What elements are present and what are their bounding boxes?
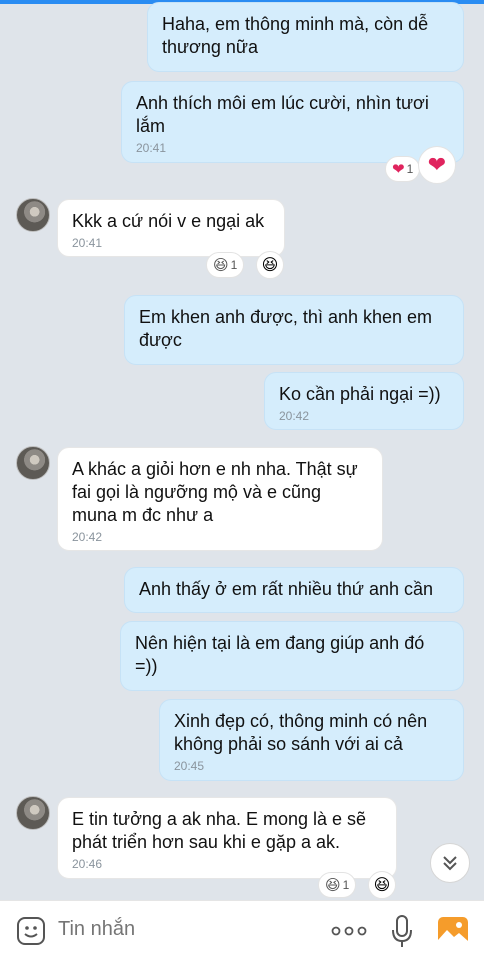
message-time: 20:41 bbox=[136, 141, 167, 155]
message-text: Xinh đẹp có, thông minh có nên không phả… bbox=[174, 711, 428, 754]
message-bubble-outgoing[interactable]: Xinh đẹp có, thông minh có nên không phả… bbox=[159, 699, 464, 781]
chevron-double-down-icon bbox=[443, 856, 457, 871]
message-bubble-incoming[interactable]: Kkk a cứ nói v e ngại ak 20:41 bbox=[57, 199, 285, 257]
reaction-count[interactable]: 😆 1 bbox=[318, 872, 357, 898]
avatar[interactable] bbox=[16, 796, 50, 830]
message-bubble-incoming[interactable]: E tin tưởng a ak nha. E mong là e sẽ phá… bbox=[57, 797, 397, 879]
sticker-icon[interactable] bbox=[16, 916, 46, 946]
reaction-count[interactable]: ❤ 1 bbox=[385, 156, 421, 182]
laugh-emoji-icon: 😆 bbox=[373, 877, 391, 894]
message-time: 20:41 bbox=[72, 236, 103, 250]
composer-bar: Tin nhắn bbox=[0, 900, 484, 960]
heart-react-button[interactable]: ❤ bbox=[418, 146, 456, 184]
message-text: Kkk a cứ nói v e ngại ak bbox=[72, 211, 265, 231]
heart-icon: ❤ bbox=[427, 152, 447, 177]
scroll-to-bottom-button[interactable] bbox=[430, 843, 470, 883]
message-bubble-outgoing[interactable]: Haha, em thông minh mà, còn dễ thương nữ… bbox=[147, 2, 464, 72]
message-text: E tin tưởng a ak nha. E mong là e sẽ phá… bbox=[72, 809, 367, 852]
message-text: A khác a giỏi hơn e nh nha. Thật sự fai … bbox=[72, 459, 358, 525]
message-time: 20:45 bbox=[174, 759, 205, 773]
more-dots-icon[interactable] bbox=[331, 921, 367, 941]
reaction-count[interactable]: 😆 1 bbox=[206, 252, 245, 278]
message-time: 20:46 bbox=[72, 857, 103, 871]
chat-area[interactable]: Haha, em thông minh mà, còn dễ thương nữ… bbox=[0, 0, 484, 900]
avatar[interactable] bbox=[16, 198, 50, 232]
message-text: Em khen anh được, thì anh khen em được bbox=[139, 307, 433, 350]
laugh-react-button[interactable]: 😆 bbox=[256, 251, 284, 279]
heart-icon: ❤ bbox=[392, 161, 405, 178]
message-bubble-incoming[interactable]: A khác a giỏi hơn e nh nha. Thật sự fai … bbox=[57, 447, 383, 551]
message-text: Ko cần phải ngại =)) bbox=[279, 384, 441, 404]
reaction-count-text: 1 bbox=[406, 162, 414, 176]
avatar[interactable] bbox=[16, 446, 50, 480]
laugh-emoji-icon: 😆 bbox=[213, 257, 229, 274]
reaction-count-text: 1 bbox=[230, 258, 238, 272]
message-text: Nên hiện tại là em đang giúp anh đó =)) bbox=[135, 633, 425, 676]
message-bubble-outgoing[interactable]: Em khen anh được, thì anh khen em được bbox=[124, 295, 464, 365]
message-text: Haha, em thông minh mà, còn dễ thương nữ… bbox=[162, 14, 429, 57]
reaction-count-text: 1 bbox=[342, 878, 350, 892]
laugh-react-button[interactable]: 😆 bbox=[368, 871, 396, 899]
message-time: 20:42 bbox=[279, 409, 310, 423]
message-time: 20:42 bbox=[72, 530, 103, 544]
message-text: Anh thấy ở em rất nhiều thứ anh cần bbox=[139, 579, 434, 599]
laugh-emoji-icon: 😆 bbox=[261, 257, 279, 274]
message-bubble-outgoing[interactable]: Ko cần phải ngại =)) 20:42 bbox=[264, 372, 464, 430]
message-bubble-outgoing[interactable]: Nên hiện tại là em đang giúp anh đó =)) bbox=[120, 621, 464, 691]
message-bubble-outgoing[interactable]: Anh thấy ở em rất nhiều thứ anh cần bbox=[124, 567, 464, 613]
laugh-emoji-icon: 😆 bbox=[325, 877, 341, 894]
message-input[interactable]: Tin nhắn bbox=[58, 918, 135, 941]
microphone-icon[interactable] bbox=[391, 914, 413, 948]
gallery-icon[interactable] bbox=[437, 916, 469, 946]
message-bubble-outgoing[interactable]: Anh thích môi em lúc cười, nhìn tươi lắm… bbox=[121, 81, 464, 163]
message-text: Anh thích môi em lúc cười, nhìn tươi lắm bbox=[136, 93, 429, 136]
